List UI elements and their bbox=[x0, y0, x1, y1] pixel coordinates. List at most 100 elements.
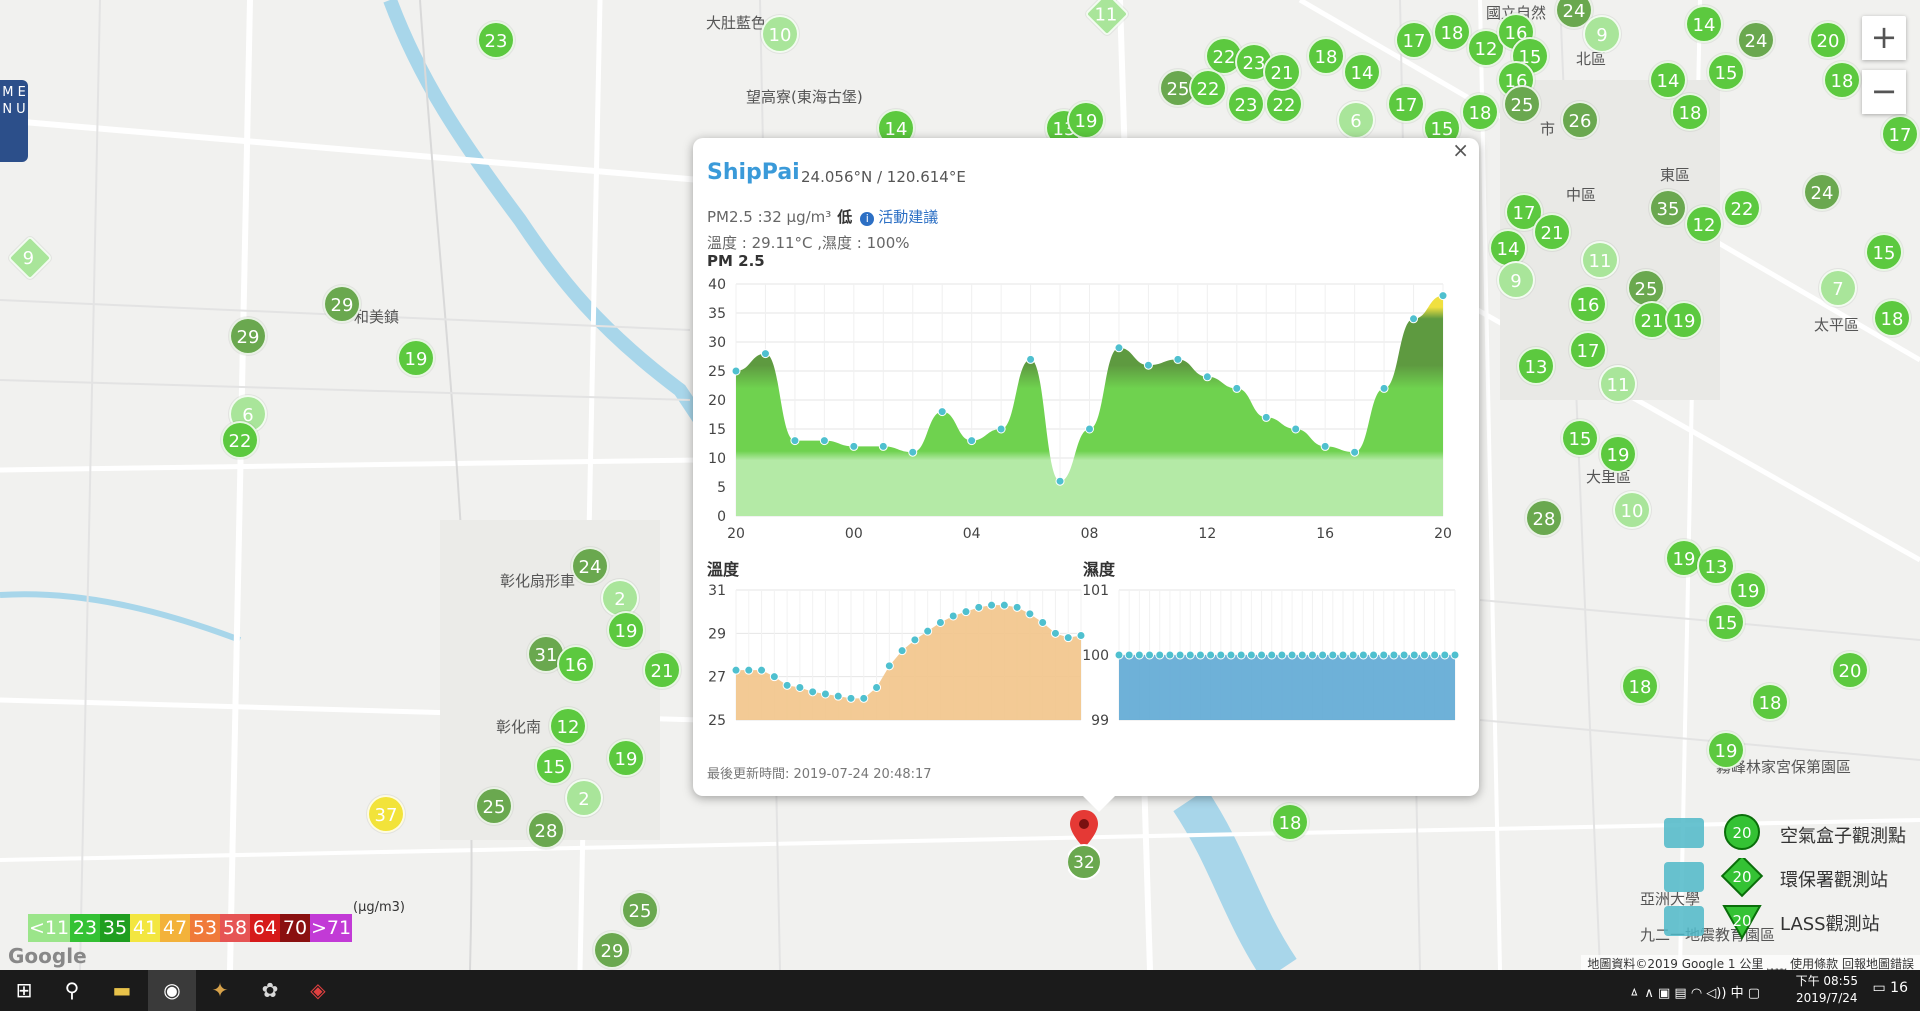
app-icon[interactable]: ✦ bbox=[196, 970, 244, 1011]
airbox-marker[interactable]: 18 bbox=[1433, 13, 1471, 51]
hum-point bbox=[1430, 650, 1440, 660]
hum-point bbox=[1155, 650, 1165, 660]
marker-value: 7 bbox=[1832, 279, 1844, 300]
airbox-marker[interactable]: 25 bbox=[1503, 85, 1541, 123]
airbox-marker[interactable]: 13 bbox=[1517, 347, 1555, 385]
airbox-marker[interactable]: 18 bbox=[1621, 667, 1659, 705]
airbox-marker[interactable]: 17 bbox=[1569, 331, 1607, 369]
airbox-marker[interactable]: 18 bbox=[1307, 37, 1345, 75]
pm-point bbox=[1261, 412, 1271, 422]
marker-value: 14 bbox=[1692, 15, 1716, 36]
airbox-marker[interactable]: 18 bbox=[1873, 299, 1911, 337]
marker-value: 18 bbox=[1628, 677, 1652, 698]
system-tray[interactable]: ㅿ ∧ ▣ ▤ ◠ ◁)) 中 ▢ bbox=[1628, 982, 1760, 1001]
airbox-marker[interactable]: 19 bbox=[1707, 731, 1745, 769]
pm-y-tick: 25 bbox=[708, 364, 726, 380]
hum-point bbox=[1236, 650, 1246, 660]
airbox-marker[interactable]: 21 bbox=[643, 651, 681, 689]
airbox-marker[interactable]: 18 bbox=[1751, 683, 1789, 721]
airbox-marker[interactable]: 12 bbox=[549, 707, 587, 745]
airbox-marker[interactable]: 19 bbox=[1599, 435, 1637, 473]
airbox-marker[interactable]: 23 bbox=[1227, 85, 1265, 123]
airbox-marker[interactable]: 21 bbox=[1263, 53, 1301, 91]
airbox-marker[interactable]: 24 bbox=[1737, 21, 1775, 59]
airbox-marker[interactable]: 19 bbox=[1665, 301, 1703, 339]
airbox-marker[interactable]: 16 bbox=[1569, 285, 1607, 323]
scale-step: 47 bbox=[160, 914, 190, 942]
airbox-marker[interactable]: 2 bbox=[565, 779, 603, 817]
airbox-marker[interactable]: 19 bbox=[1729, 571, 1767, 609]
zoom-out-button[interactable]: − bbox=[1862, 70, 1906, 114]
app-icon-2[interactable]: ✿ bbox=[246, 970, 294, 1011]
marker-value: 18 bbox=[1880, 309, 1904, 330]
airbox-marker[interactable]: 18 bbox=[1671, 93, 1709, 131]
airbox-marker[interactable]: 17 bbox=[1881, 115, 1919, 153]
airbox-marker[interactable]: 10 bbox=[1613, 491, 1651, 529]
clock[interactable]: 下午 08:55 2019/7/24 bbox=[1796, 973, 1858, 1007]
airbox-marker[interactable]: 29 bbox=[593, 931, 631, 969]
airbox-marker[interactable]: 15 bbox=[1865, 233, 1903, 271]
airbox-marker[interactable]: 24 bbox=[571, 547, 609, 585]
airbox-marker[interactable]: 28 bbox=[527, 811, 565, 849]
airbox-marker[interactable]: 17 bbox=[1387, 85, 1425, 123]
airbox-marker[interactable]: 18 bbox=[1461, 93, 1499, 131]
airbox-marker[interactable]: 12 bbox=[1685, 205, 1723, 243]
airbox-marker[interactable]: 23 bbox=[477, 21, 515, 59]
airbox-marker[interactable]: 9 bbox=[1583, 15, 1621, 53]
airbox-marker[interactable]: 20 bbox=[1831, 651, 1869, 689]
airbox-marker[interactable]: 25 bbox=[475, 787, 513, 825]
airbox-marker[interactable]: 11 bbox=[1599, 365, 1637, 403]
airbox-marker[interactable]: 15 bbox=[1561, 419, 1599, 457]
airbox-marker[interactable]: 15 bbox=[1707, 603, 1745, 641]
menu-tab[interactable]: M E N U bbox=[0, 80, 28, 162]
airbox-marker[interactable]: 14 bbox=[1343, 53, 1381, 91]
hum-y-tick: 100 bbox=[1082, 648, 1109, 664]
airbox-marker[interactable]: 25 bbox=[621, 891, 659, 929]
airbox-marker[interactable]: 17 bbox=[1395, 21, 1433, 59]
airbox-marker[interactable]: 19 bbox=[607, 739, 645, 777]
airbox-marker[interactable]: 7 bbox=[1819, 269, 1857, 307]
airbox-marker[interactable]: 14 bbox=[1649, 61, 1687, 99]
chrome-icon[interactable]: ◉ bbox=[148, 970, 196, 1011]
airbox-marker[interactable]: 9 bbox=[1497, 261, 1535, 299]
airbox-marker[interactable]: 18 bbox=[1271, 803, 1309, 841]
airbox-marker[interactable]: 28 bbox=[1525, 499, 1563, 537]
airbox-marker[interactable]: 21 bbox=[1533, 213, 1571, 251]
windows-start-icon[interactable]: ⊞ bbox=[0, 970, 48, 1011]
notification-icon[interactable]: ▭ 16 bbox=[1872, 980, 1908, 996]
airbox-marker[interactable]: 37 bbox=[367, 795, 405, 833]
airbox-marker[interactable]: 19 bbox=[1067, 101, 1105, 139]
hum-point bbox=[1369, 650, 1379, 660]
airbox-marker[interactable]: 11 bbox=[1581, 241, 1619, 279]
airbox-marker[interactable]: 19 bbox=[397, 339, 435, 377]
airbox-marker[interactable]: 29 bbox=[229, 317, 267, 355]
airbox-marker[interactable]: 19 bbox=[607, 611, 645, 649]
airbox-marker[interactable]: 35 bbox=[1649, 189, 1687, 227]
airbox-marker[interactable]: 15 bbox=[535, 747, 573, 785]
airbox-marker[interactable]: 26 bbox=[1561, 101, 1599, 139]
airbox-marker[interactable]: 15 bbox=[1707, 53, 1745, 91]
airbox-marker[interactable]: 22 bbox=[1189, 69, 1227, 107]
airbox-marker[interactable]: 14 bbox=[1685, 5, 1723, 43]
airbox-marker[interactable]: 16 bbox=[557, 645, 595, 683]
search-icon[interactable]: ⚲ bbox=[48, 970, 96, 1011]
marker-value: 18 bbox=[1314, 47, 1338, 68]
airbox-marker[interactable]: 20 bbox=[1809, 21, 1847, 59]
zoom-in-button[interactable]: + bbox=[1862, 16, 1906, 60]
pin-value: 32 bbox=[1073, 853, 1095, 873]
airbox-marker[interactable]: 29 bbox=[323, 285, 361, 323]
file-explorer-icon[interactable]: ▬ bbox=[98, 970, 146, 1011]
airbox-marker[interactable]: 24 bbox=[1803, 173, 1841, 211]
airbox-marker[interactable]: 10 bbox=[761, 15, 799, 53]
airbox-marker[interactable]: 22 bbox=[221, 421, 259, 459]
temp-y-tick: 29 bbox=[708, 626, 726, 642]
airbox-marker[interactable]: 6 bbox=[1337, 101, 1375, 139]
pm-point bbox=[1055, 476, 1065, 486]
airbox-marker[interactable]: 22 bbox=[1723, 189, 1761, 227]
selected-station-pin[interactable]: 32 bbox=[1066, 808, 1102, 884]
airbox-marker[interactable]: 13 bbox=[1697, 547, 1735, 585]
app-icon-3[interactable]: ◈ bbox=[294, 970, 342, 1011]
marker-value: 9 bbox=[22, 248, 35, 270]
airbox-marker[interactable]: 18 bbox=[1823, 61, 1861, 99]
pm-point bbox=[1379, 383, 1389, 393]
